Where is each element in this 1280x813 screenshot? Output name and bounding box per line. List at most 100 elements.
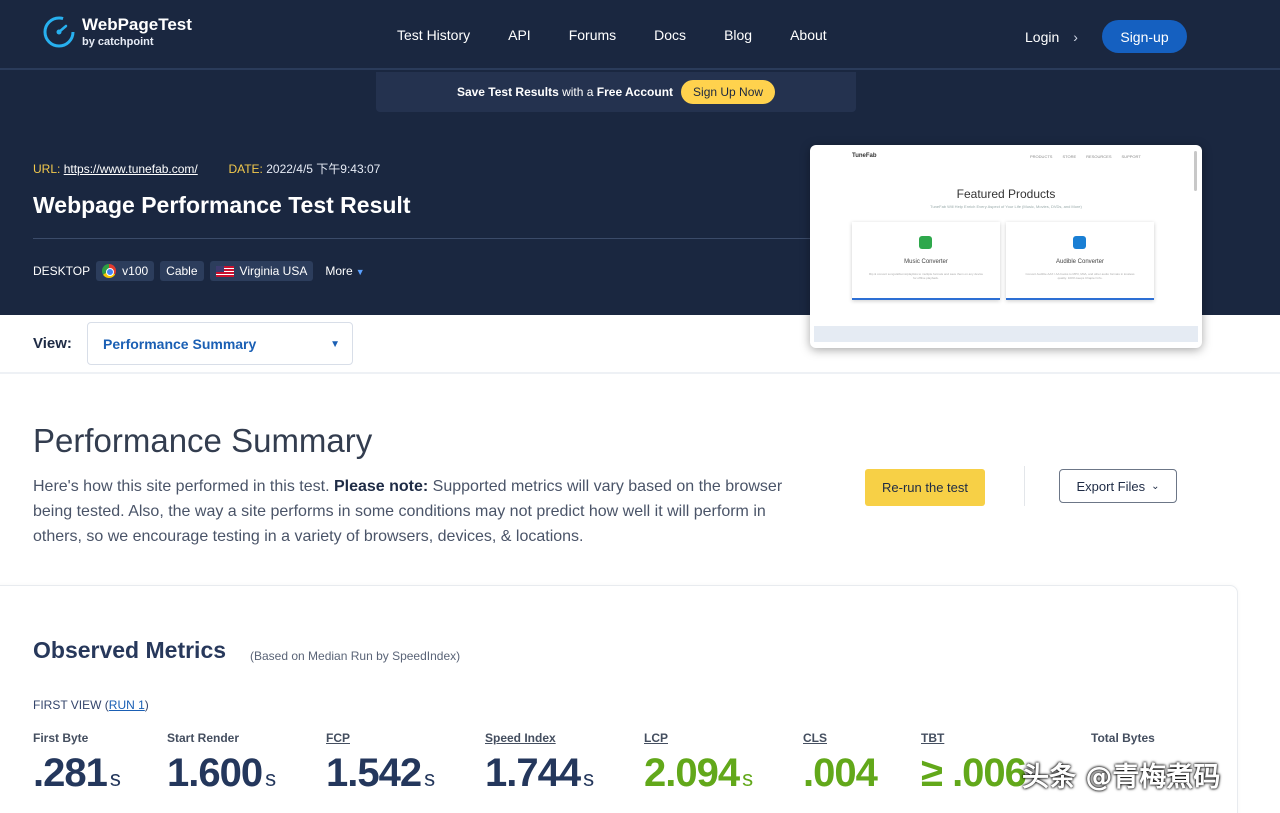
logo-title: WebPageTest <box>82 15 192 34</box>
thumb-menu-item: STORE <box>1062 154 1077 159</box>
run-1-link[interactable]: RUN 1 <box>109 698 145 712</box>
save-results-banner: Save Test Results with a Free Account Si… <box>376 72 856 112</box>
view-select[interactable]: Performance Summary ▼ <box>87 322 353 365</box>
tested-url-link[interactable]: https://www.tunefab.com/ <box>64 162 198 176</box>
nav-about[interactable]: About <box>790 27 827 43</box>
thumb-menu-item: SUPPORT <box>1121 154 1141 159</box>
metric-lcp[interactable]: LCP 2.094 s <box>644 731 753 795</box>
banner-text-3: Free Account <box>596 85 674 99</box>
metric-start-render: Start Render 1.600 s <box>167 731 276 795</box>
connection-tag: Cable <box>160 261 204 281</box>
view-label: View: <box>33 335 72 352</box>
metric-total-bytes: Total Bytes <box>1091 731 1155 745</box>
first-view-close: ) <box>144 698 149 712</box>
section-divider <box>0 372 1280 374</box>
thumb-menu-item: PRODUCTS <box>1030 154 1053 159</box>
metric-name: Speed Index <box>485 731 556 745</box>
metric-value: 1.542 <box>326 751 422 795</box>
triangle-down-icon: ▼ <box>330 339 340 350</box>
metric-name: CLS <box>803 731 827 745</box>
metric-value: 2.094 <box>644 751 740 795</box>
metric-speed-index[interactable]: Speed Index 1.744 s <box>485 731 594 795</box>
observed-metrics-subtitle: (Based on Median Run by SpeedIndex) <box>250 649 461 663</box>
chrome-icon <box>102 264 117 278</box>
vertical-divider <box>1024 466 1025 506</box>
thumb-card-name: Audible Converter <box>1055 259 1105 265</box>
summary-desc-pre: Here's how this site performed in this t… <box>33 478 334 495</box>
signup-button[interactable]: Sign-up <box>1102 20 1187 53</box>
sign-up-now-button[interactable]: Sign Up Now <box>681 80 776 104</box>
thumb-card-name: Music Converter <box>904 259 948 265</box>
metric-unit: s <box>583 766 595 791</box>
device-label: DESKTOP <box>33 264 91 278</box>
main-nav: Test History API Forums Docs Blog About <box>397 27 865 43</box>
thumb-subtitle: TuneFab Will Help Enrich Every Aspect of… <box>930 204 1082 209</box>
first-view-label: FIRST VIEW (RUN 1) <box>33 698 149 712</box>
metric-fcp[interactable]: FCP 1.542 s <box>326 731 435 795</box>
banner-text-2: with a <box>558 85 597 99</box>
nav-test-history[interactable]: Test History <box>397 27 470 43</box>
metric-value: 1.600 <box>167 751 263 795</box>
more-dropdown[interactable]: More ▼ <box>325 264 364 278</box>
metric-value: .281 <box>33 751 108 795</box>
metric-unit: s <box>109 766 121 791</box>
nav-blog[interactable]: Blog <box>724 27 752 43</box>
metric-name: Total Bytes <box>1091 731 1155 745</box>
url-label: URL: <box>33 162 61 176</box>
test-date: 2022/4/5 下午9:43:07 <box>266 162 381 176</box>
summary-description: Here's how this site performed in this t… <box>33 474 793 549</box>
view-selected-value: Performance Summary <box>103 335 257 352</box>
top-navbar: WebPageTest by catchpoint Test History A… <box>0 0 1280 70</box>
metric-first-byte: First Byte .281 s <box>33 731 121 795</box>
thumb-footer <box>814 326 1198 342</box>
chevron-right-icon: › <box>1073 29 1078 45</box>
nav-api[interactable]: API <box>508 27 531 43</box>
first-view-text: FIRST VIEW ( <box>33 698 109 712</box>
logo[interactable]: WebPageTest by catchpoint <box>42 15 192 49</box>
metric-value: ≥ .006 <box>921 751 1027 795</box>
nav-forums[interactable]: Forums <box>569 27 616 43</box>
location-label: Virginia USA <box>239 264 308 278</box>
metric-name: First Byte <box>33 731 89 745</box>
login-label: Login <box>1025 29 1060 45</box>
test-meta: URL: https://www.tunefab.com/ DATE: 2022… <box>33 160 380 177</box>
metric-unit: s <box>424 766 436 791</box>
test-config-tags: DESKTOP v100 Cable Virginia USA More ▼ <box>33 261 365 281</box>
banner-text-1: Save Test Results <box>456 85 559 99</box>
thumb-menu: PRODUCTS STORE RESOURCES SUPPORT <box>1030 154 1141 159</box>
page-screenshot-thumbnail[interactable]: TuneFab PRODUCTS STORE RESOURCES SUPPORT… <box>810 145 1202 348</box>
export-label: Export Files <box>1076 478 1146 494</box>
thumb-menu-item: RESOURCES <box>1086 154 1112 159</box>
date-label: DATE: <box>228 162 263 176</box>
browser-tag: v100 <box>96 261 155 281</box>
metric-name: LCP <box>644 731 668 745</box>
nav-docs[interactable]: Docs <box>654 27 686 43</box>
observed-metrics-title: Observed Metrics <box>33 637 227 663</box>
music-icon <box>919 236 932 249</box>
metric-name: TBT <box>921 731 945 745</box>
book-icon <box>1073 236 1086 249</box>
browser-version: v100 <box>122 264 149 278</box>
metric-unit: s <box>265 766 277 791</box>
metric-unit: s <box>742 766 754 791</box>
export-files-button[interactable]: Export Files ⌄ <box>1059 469 1177 503</box>
metric-cls[interactable]: CLS .004 <box>803 731 878 795</box>
thumb-card-desc: Rip & convert songs/albums/playlists to … <box>868 272 984 280</box>
thumb-title: Featured Products <box>956 187 1056 201</box>
thumb-card-music: Music Converter Rip & convert songs/albu… <box>852 222 1000 300</box>
rerun-test-button[interactable]: Re-run the test <box>865 469 985 506</box>
divider <box>33 238 813 239</box>
metric-name: FCP <box>326 731 350 745</box>
metric-tbt[interactable]: TBT ≥ .006 <box>921 731 1027 795</box>
thumb-brand: TuneFab <box>852 153 877 159</box>
location-tag: Virginia USA <box>209 261 314 281</box>
summary-title: Performance Summary <box>33 422 373 459</box>
metric-name: Start Render <box>167 731 240 745</box>
more-label: More <box>325 264 353 278</box>
metric-value: .004 <box>803 751 878 795</box>
login-link[interactable]: Login › <box>1025 29 1078 45</box>
thumb-scrollbar <box>1194 151 1197 191</box>
caret-down-icon: ▼ <box>355 267 365 277</box>
logo-subtitle: by catchpoint <box>82 36 154 48</box>
page-title: Webpage Performance Test Result <box>33 192 411 218</box>
